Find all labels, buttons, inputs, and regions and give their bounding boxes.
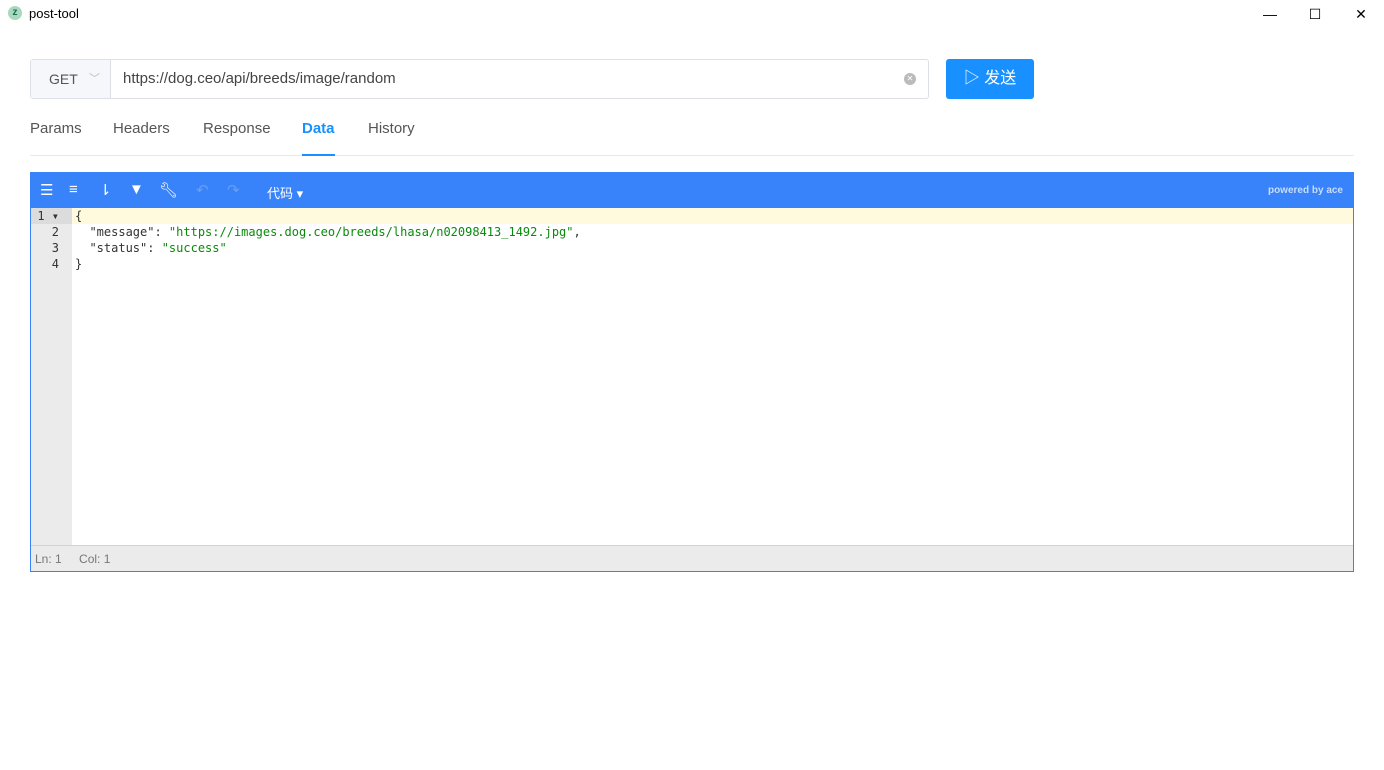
mode-label: 代码 <box>267 186 294 201</box>
maximize-button[interactable]: ☐ <box>1292 0 1338 28</box>
redo-icon[interactable]: ↷ <box>227 181 240 199</box>
compact-icon[interactable]: ≡ <box>69 181 78 198</box>
col-status: Col: 1 <box>79 552 111 566</box>
powered-by-link[interactable]: powered by ace <box>1268 185 1343 196</box>
tab-history[interactable]: History <box>368 120 415 156</box>
status-bar: Ln: 1 Col: 1 <box>31 545 1353 571</box>
filter-icon[interactable]: ▼ <box>129 181 144 198</box>
minimize-button[interactable]: — <box>1247 0 1293 28</box>
title-bar: z post-tool — ☐ ✕ <box>0 0 1384 28</box>
undo-icon[interactable]: ↶ <box>196 181 209 199</box>
code-line: } <box>75 257 83 271</box>
send-button[interactable]: ▷ 发送 <box>946 59 1034 99</box>
line-number: 1 ▾ <box>31 208 72 224</box>
clear-icon[interactable]: ✕ <box>904 73 916 85</box>
sort-icon[interactable]: ⇂ <box>99 181 112 199</box>
app-title: post-tool <box>29 6 79 21</box>
tab-bar: Params Headers Response Data History <box>30 110 1354 156</box>
method-select[interactable]: GET ﹀ <box>31 60 111 98</box>
editor-toolbar: ☰ ≡ ⇂ ▼ 🔧︎ ↶ ↷ 代码 ▾ powered by ace <box>31 173 1353 208</box>
send-label: 发送 <box>984 70 1017 87</box>
tab-response[interactable]: Response <box>203 120 271 156</box>
json-editor: ☰ ≡ ⇂ ▼ 🔧︎ ↶ ↷ 代码 ▾ powered by ace 1 ▾ 2… <box>30 172 1354 572</box>
line-number: 4 <box>51 257 59 271</box>
code-line: "status": "success" <box>75 241 227 255</box>
app-logo-icon: z <box>8 6 22 20</box>
chevron-down-icon: ﹀ <box>89 73 100 85</box>
line-number: 2 <box>51 225 59 239</box>
close-button[interactable]: ✕ <box>1338 0 1384 28</box>
mode-dropdown[interactable]: 代码 ▾ <box>267 183 303 202</box>
code-area[interactable]: { "message": "https://images.dog.ceo/bre… <box>72 208 1353 546</box>
line-status: Ln: 1 <box>35 552 62 566</box>
url-input[interactable] <box>123 60 883 98</box>
method-value: GET <box>49 71 78 87</box>
code-line: { <box>72 208 1353 224</box>
code-line: "message": "https://images.dog.ceo/breed… <box>75 225 581 239</box>
tab-data[interactable]: Data <box>302 120 335 156</box>
send-icon: ▷ <box>963 70 985 87</box>
url-bar: GET ﹀ ✕ <box>30 59 929 99</box>
line-number: 3 <box>51 241 59 255</box>
tab-headers[interactable]: Headers <box>113 120 170 156</box>
format-icon[interactable]: ☰ <box>40 181 53 199</box>
tab-params[interactable]: Params <box>30 120 82 156</box>
wrench-icon[interactable]: 🔧︎ <box>159 181 178 199</box>
line-gutter: 1 ▾ 2 3 4 <box>31 208 72 546</box>
